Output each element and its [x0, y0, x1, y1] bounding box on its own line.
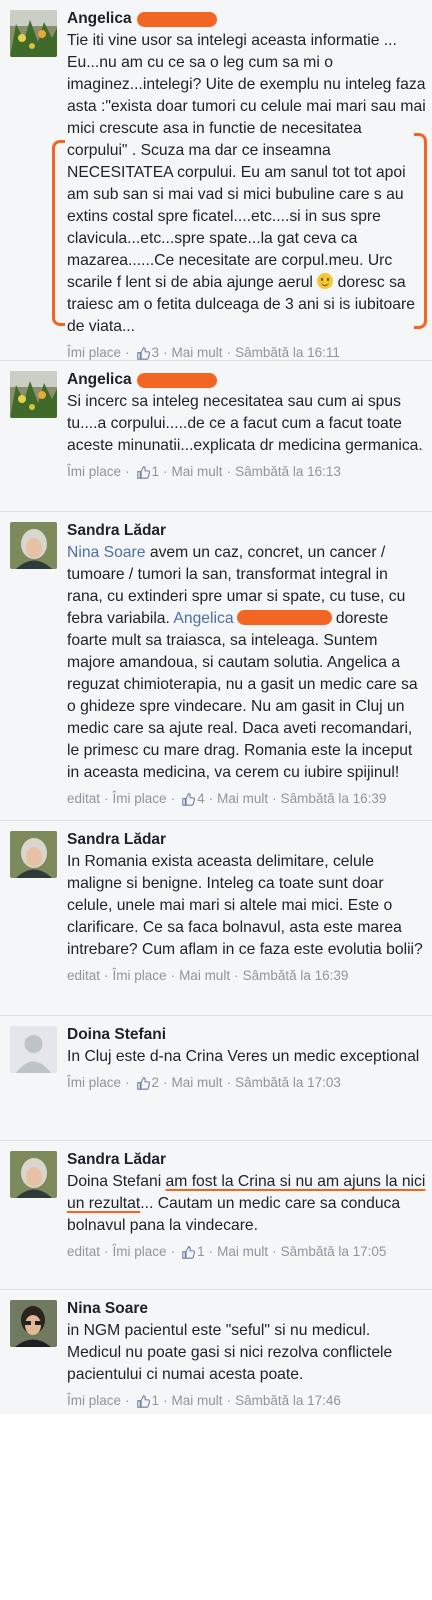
comment-author[interactable]: Sandra Lădar — [67, 521, 166, 541]
comment-timestamp[interactable]: Sâmbătă la 16:39 — [243, 967, 349, 985]
thumbs-up-icon — [136, 346, 150, 360]
comment-text: Nina Soare avem un caz, concret, un canc… — [67, 544, 418, 781]
like-count[interactable]: 1 — [152, 1392, 160, 1410]
comment-timestamp[interactable]: Sâmbătă la 16:11 — [235, 344, 340, 362]
edited-label[interactable]: editat — [67, 1243, 100, 1261]
comment-meta: editat · Îmi place · Mai mult · Sâmbătă … — [67, 967, 349, 985]
redaction-mark — [236, 610, 332, 625]
like-link[interactable]: Îmi place — [67, 344, 121, 362]
comment-meta: Îmi place · 3 · Mai mult · Sâmbătă la 16… — [67, 344, 340, 362]
avatar[interactable] — [10, 831, 57, 878]
comment-timestamp[interactable]: Sâmbătă la 17:05 — [281, 1243, 387, 1261]
avatar[interactable] — [10, 1300, 57, 1347]
thumbs-up-icon — [136, 1076, 150, 1090]
like-count[interactable]: 1 — [197, 1243, 205, 1261]
comment-timestamp[interactable]: Sâmbătă la 16:13 — [235, 463, 341, 481]
comment-7: Nina Soare in NGM pacientul este "seful"… — [0, 1290, 432, 1414]
like-link[interactable]: Îmi place — [113, 790, 167, 808]
comment-timestamp[interactable]: Sâmbătă la 16:39 — [281, 790, 387, 808]
avatar[interactable] — [10, 1151, 57, 1198]
comment-6: Sandra Lădar Doina Stefani am fost la Cr… — [0, 1141, 432, 1290]
mention-link[interactable]: Angelica — [173, 610, 233, 627]
more-link[interactable]: Mai mult — [172, 344, 223, 362]
more-link[interactable]: Mai mult — [172, 463, 223, 481]
comment-3: Sandra Lădar Nina Soare avem un caz, con… — [0, 512, 432, 821]
comment-text: Tie iti vine usor sa intelegi aceasta in… — [67, 32, 426, 335]
thumbs-up-icon — [182, 1245, 196, 1259]
comment-author[interactable]: Doina Stefani — [67, 1025, 166, 1045]
mention-link[interactable]: Nina Soare — [67, 544, 145, 561]
comment-2: Angelica Si incerc sa inteleg necesitate… — [0, 361, 432, 512]
highlight-bracket-right — [414, 133, 427, 329]
redaction-mark — [136, 372, 217, 388]
like-link[interactable]: Îmi place — [67, 1074, 121, 1092]
like-count[interactable]: 3 — [152, 344, 160, 362]
like-count[interactable]: 4 — [197, 790, 205, 808]
comment-meta: editat · Îmi place · 4 · Mai mult · Sâmb… — [67, 790, 387, 808]
comment-author[interactable]: Angelica — [67, 370, 132, 390]
comment-author[interactable]: Nina Soare — [67, 1299, 148, 1319]
more-link[interactable]: Mai mult — [172, 1074, 223, 1092]
comment-meta: editat · Îmi place · 1 · Mai mult · Sâmb… — [67, 1243, 387, 1261]
comment-1: Angelica Tie iti vine usor sa intelegi a… — [0, 0, 432, 361]
like-link[interactable]: Îmi place — [113, 967, 167, 985]
like-link[interactable]: Îmi place — [67, 1392, 121, 1410]
like-link[interactable]: Îmi place — [113, 1243, 167, 1261]
like-link[interactable]: Îmi place — [67, 463, 121, 481]
comment-author[interactable]: Sandra Lădar — [67, 830, 166, 850]
more-link[interactable]: Mai mult — [217, 1243, 268, 1261]
edited-label[interactable]: editat — [67, 790, 100, 808]
smiley-emoji-icon — [317, 273, 334, 289]
comment-meta: Îmi place · 1 · Mai mult · Sâmbătă la 16… — [67, 463, 341, 481]
redaction-mark — [136, 11, 217, 27]
comment-thread: Angelica Tie iti vine usor sa intelegi a… — [0, 0, 432, 1414]
highlight-bracket-left — [52, 140, 65, 326]
like-count[interactable]: 1 — [152, 463, 160, 481]
comment-meta: Îmi place · 1 · Mai mult · Sâmbătă la 17… — [67, 1392, 341, 1410]
comment-4: Sandra Lădar In Romania exista aceasta d… — [0, 821, 432, 1016]
thumbs-up-icon — [182, 792, 196, 806]
avatar[interactable] — [10, 1026, 57, 1073]
comment-meta: Îmi place · 2 · Mai mult · Sâmbătă la 17… — [67, 1074, 341, 1092]
comment-author[interactable]: Angelica — [67, 9, 132, 29]
comment-text: Si incerc sa inteleg necesitatea sau cum… — [67, 393, 423, 454]
like-count[interactable]: 2 — [152, 1074, 160, 1092]
more-link[interactable]: Mai mult — [179, 967, 230, 985]
more-link[interactable]: Mai mult — [172, 1392, 223, 1410]
comment-timestamp[interactable]: Sâmbătă la 17:46 — [235, 1392, 341, 1410]
comment-text: In Cluj este d-na Crina Veres un medic e… — [67, 1048, 420, 1065]
avatar[interactable] — [10, 371, 57, 418]
edited-label[interactable]: editat — [67, 967, 100, 985]
thumbs-up-icon — [136, 1394, 150, 1408]
comment-text: in NGM pacientul este "seful" si nu medi… — [67, 1322, 393, 1383]
comment-text: In Romania exista aceasta delimitare, ce… — [67, 853, 423, 958]
avatar[interactable] — [10, 10, 57, 57]
more-link[interactable]: Mai mult — [217, 790, 268, 808]
comment-author[interactable]: Sandra Lădar — [67, 1150, 166, 1170]
comment-text: Doina Stefani am fost la Crina si nu am … — [67, 1173, 426, 1234]
comment-5: Doina Stefani In Cluj este d-na Crina Ve… — [0, 1016, 432, 1141]
comment-timestamp[interactable]: Sâmbătă la 17:03 — [235, 1074, 341, 1092]
avatar[interactable] — [10, 522, 57, 569]
thumbs-up-icon — [136, 465, 150, 479]
